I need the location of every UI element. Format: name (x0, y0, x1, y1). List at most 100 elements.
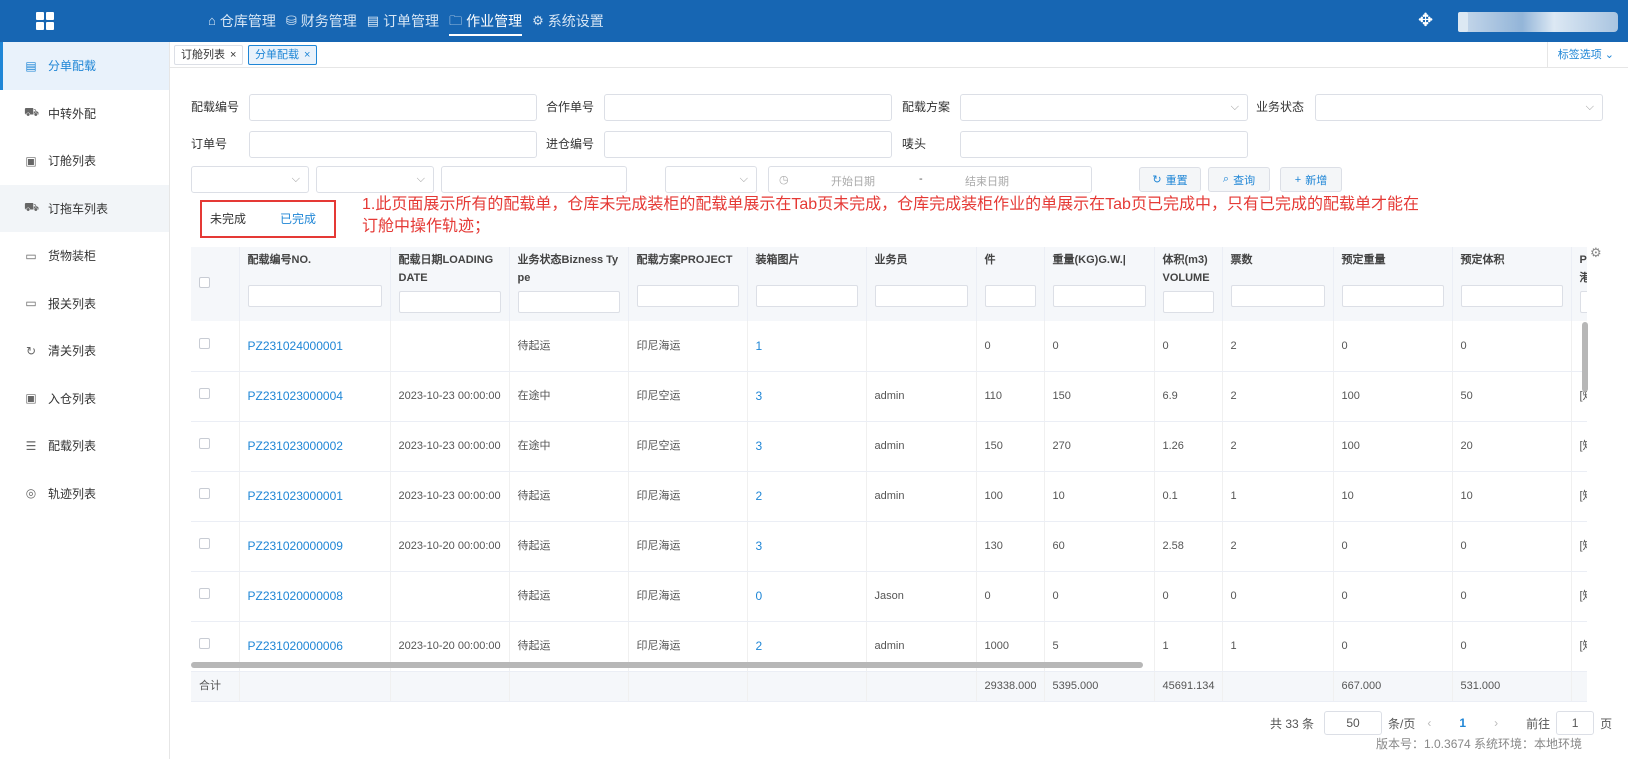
sidebar-item-5[interactable]: ▭ 报关列表 (0, 280, 169, 328)
row-checkbox[interactable] (199, 388, 210, 399)
plan-label: 配载方案 (902, 100, 951, 114)
inbound-icon: ▣ (25, 391, 37, 406)
tab-options-dropdown[interactable]: 标签选项 ⌄ (1546, 42, 1614, 68)
column-filter-input[interactable] (1579, 291, 1587, 313)
table-row[interactable]: PZ231023000001 2023-10-23 00:00:00 待起运 印尼海运… (191, 471, 1587, 522)
packing-photo-link[interactable]: 2 (747, 471, 867, 522)
apps-grid-icon[interactable] (36, 12, 54, 30)
packing-photo-link[interactable]: 0 (747, 571, 867, 622)
stowage-no-link[interactable]: PZ231020000008 (239, 571, 391, 622)
packing-photo-link[interactable]: 1 (747, 321, 867, 372)
inbound-no-input[interactable] (604, 131, 892, 158)
page-tab-split-stowage[interactable]: 分单配载 × (248, 45, 318, 65)
stowage-no-label: 配载编号 (191, 100, 240, 114)
select-all-checkbox[interactable] (199, 277, 210, 288)
topnav-item-2[interactable]: ▤ 订单管理 (367, 0, 439, 42)
stowage-no-input[interactable] (249, 94, 537, 121)
horizontal-scrollbar[interactable] (191, 662, 1143, 668)
tab-complete[interactable]: 已完成 (280, 202, 316, 236)
tab-incomplete[interactable]: 未完成 (210, 202, 246, 236)
date-range-picker[interactable]: ◷ 开始日期 - 结束日期 (768, 166, 1092, 193)
column-header-label: PO港 (1579, 254, 1588, 284)
table-cell: 0 (1452, 571, 1572, 622)
date-type-select[interactable]: ⌵ (665, 166, 757, 193)
row-checkbox[interactable] (199, 337, 210, 349)
column-filter-input[interactable] (517, 291, 620, 313)
row-checkbox[interactable] (199, 638, 210, 649)
keyword-input[interactable] (441, 166, 627, 193)
stowage-no-link[interactable]: PZ231020000009 (239, 521, 391, 572)
column-filter-input[interactable] (755, 285, 858, 307)
order-no-input[interactable] (249, 131, 537, 158)
stowage-no-link[interactable]: PZ231023000002 (239, 421, 391, 472)
sidebar-item-4[interactable]: ▭ 货物装柜 (0, 232, 169, 280)
search-button[interactable]: ⌕ 查询 (1208, 167, 1270, 192)
mark-input[interactable] (960, 131, 1248, 158)
sidebar-item-label: 中转外配 (48, 106, 97, 121)
truck-icon: ⛟ (24, 200, 40, 215)
page-size-select[interactable]: 50 (1324, 711, 1383, 735)
table-row[interactable]: PZ231020000009 2023-10-20 00:00:00 待起运 印尼海运… (191, 521, 1587, 572)
sidebar-item-9[interactable]: ◎ 轨迹列表 (0, 470, 169, 518)
packing-photo-link[interactable]: 3 (747, 521, 867, 572)
topnav-item-0[interactable]: ⌂ 仓库管理 (208, 0, 276, 42)
current-page[interactable]: 1 (1459, 716, 1466, 730)
user-profile-blurred[interactable] (1458, 12, 1618, 32)
column-filter-input[interactable] (1052, 285, 1146, 307)
sidebar-item-1[interactable]: ⛟ 中转外配 (0, 90, 169, 138)
column-filter-input[interactable] (1341, 285, 1444, 307)
topnav-item-4[interactable]: ⚙ 系统设置 (532, 0, 604, 42)
column-filter-input[interactable] (247, 285, 382, 307)
sidebar-item-0[interactable]: ▤ 分单配载 (0, 42, 169, 90)
goto-page-input[interactable]: 1 (1556, 711, 1595, 735)
sidebar-item-label: 入仓列表 (48, 391, 97, 406)
topnav-item-3[interactable]: 🗀 作业管理 (449, 0, 523, 42)
column-filter-input[interactable] (984, 285, 1036, 307)
field-select-1[interactable]: ⌵ (191, 166, 309, 193)
stowage-no-link[interactable]: PZ231023000001 (239, 471, 391, 522)
column-header: PO港 (1571, 247, 1587, 321)
prev-page-button[interactable]: ‹ (1427, 716, 1431, 730)
packing-photo-link[interactable]: 3 (747, 371, 867, 422)
packing-photo-link[interactable]: 3 (747, 421, 867, 472)
topnav-item-1[interactable]: ⛁ 财务管理 (286, 0, 357, 42)
move-arrows-icon[interactable]: ✥ (1418, 10, 1433, 31)
column-header: 配载日期LOADING DATE (390, 247, 510, 321)
biz-status-select[interactable]: ⌵ (1315, 94, 1603, 121)
close-icon[interactable]: × (304, 46, 310, 64)
column-filter-input[interactable] (1162, 291, 1214, 313)
plan-select[interactable]: ⌵ (960, 94, 1248, 121)
stowage-no-link[interactable]: PZ231023000004 (239, 371, 391, 422)
row-checkbox[interactable] (199, 438, 210, 449)
column-filter-input[interactable] (1230, 285, 1325, 307)
table-row[interactable]: PZ231024000001 待起运 印尼海运 1 0 0 0 2 0 0 (191, 321, 1587, 372)
row-checkbox[interactable] (199, 538, 210, 549)
column-header: 配载方案PROJECT (628, 247, 748, 321)
vertical-scrollbar[interactable] (1582, 322, 1588, 392)
next-page-button[interactable]: › (1494, 716, 1498, 730)
close-icon[interactable]: × (230, 46, 236, 64)
add-button[interactable]: + 新增 (1280, 167, 1342, 192)
sidebar-item-7[interactable]: ▣ 入仓列表 (0, 375, 169, 423)
column-filter-input[interactable] (398, 291, 501, 313)
table-row[interactable]: PZ231020000008待起运印尼海运0Jason000000[知 [E (191, 571, 1587, 622)
search-button-label: 查询 (1233, 174, 1256, 187)
reset-button[interactable]: ↻ 重置 (1139, 167, 1201, 192)
table-row[interactable]: PZ231023000002 2023-10-23 00:00:00 在途中 印尼空运… (191, 421, 1587, 472)
table-row[interactable]: PZ231023000004 2023-10-23 00:00:00 在途中 印尼空运… (191, 371, 1587, 422)
column-filter-input[interactable] (874, 285, 968, 307)
column-settings-icon[interactable]: ⚙ (1590, 245, 1602, 261)
table-cell: 2 (1222, 421, 1334, 472)
sidebar-item-3[interactable]: ⛟ 订拖车列表 (0, 184, 169, 232)
column-filter-input[interactable] (1460, 285, 1563, 307)
stowage-no-link[interactable]: PZ231024000001 (239, 321, 391, 372)
row-checkbox[interactable] (199, 588, 210, 599)
sidebar-item-2[interactable]: ▣ 订舱列表 (0, 137, 169, 185)
row-checkbox[interactable] (199, 488, 210, 499)
page-tab-booking-list[interactable]: 订舱列表 × (174, 45, 244, 65)
column-filter-input[interactable] (636, 285, 739, 307)
field-select-2[interactable]: ⌵ (316, 166, 434, 193)
cooperation-no-input[interactable] (604, 94, 892, 121)
sidebar-item-6[interactable]: ↻ 清关列表 (0, 327, 169, 375)
sidebar-item-8[interactable]: ☰ 配载列表 (0, 422, 169, 470)
